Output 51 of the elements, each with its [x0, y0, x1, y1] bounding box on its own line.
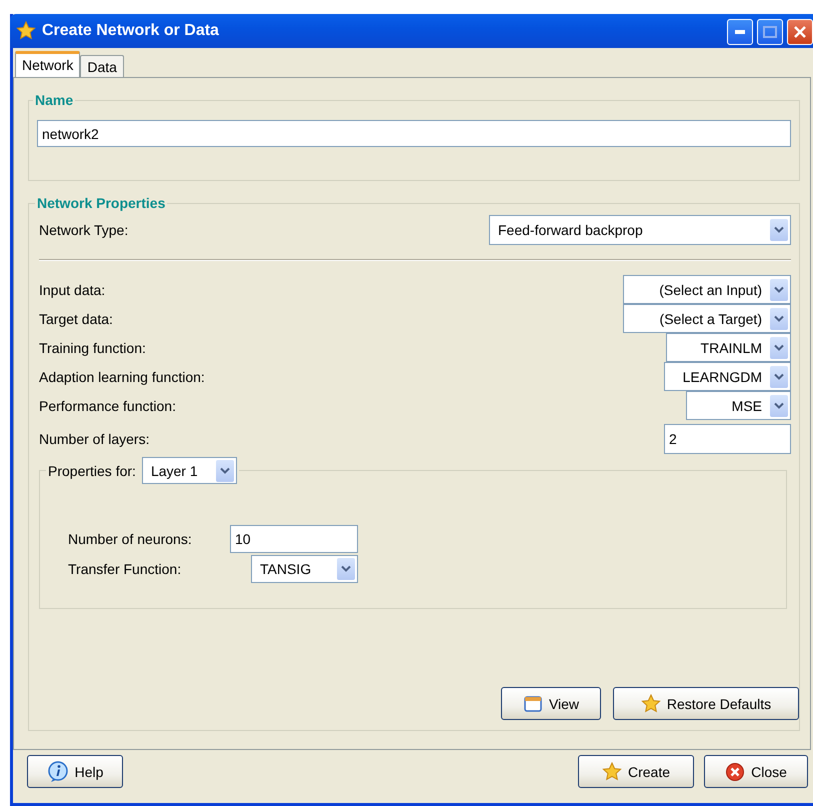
chevron-down-icon: [341, 565, 351, 573]
maximize-icon: [763, 26, 777, 38]
window-title: Create Network or Data: [42, 22, 220, 40]
maximize-button[interactable]: [757, 19, 783, 45]
field-label: Properties for:: [48, 462, 136, 478]
field-label: Target data:: [39, 310, 113, 326]
close-button[interactable]: Close: [704, 755, 808, 788]
restore-defaults-button[interactable]: Restore Defaults: [613, 687, 799, 720]
chevron-down-icon: [774, 226, 784, 234]
star-icon: [640, 694, 661, 714]
minimize-icon: [735, 30, 745, 34]
dropdown[interactable]: MSE: [686, 391, 791, 420]
star-icon: [16, 21, 36, 41]
section-title: Network Properties: [36, 195, 166, 211]
field-label: Training function:: [39, 340, 146, 356]
input-field[interactable]: 10: [230, 525, 358, 553]
dropdown[interactable]: Layer 1: [142, 457, 237, 484]
field-label: Input data:: [39, 282, 106, 298]
view-button[interactable]: View: [501, 687, 601, 720]
create-button[interactable]: Create: [578, 755, 694, 788]
tab[interactable]: Network: [15, 51, 80, 77]
dropdown[interactable]: (Select an Input): [623, 275, 791, 304]
dropdown[interactable]: (Select a Target): [623, 304, 791, 333]
field-label: Number of layers:: [39, 430, 150, 446]
tab[interactable]: Data: [80, 55, 124, 77]
info-icon: [46, 760, 69, 782]
close-icon: [794, 26, 806, 38]
close-icon: [725, 762, 746, 782]
help-button[interactable]: Help: [27, 755, 123, 788]
chevron-down-icon: [220, 466, 230, 474]
dropdown[interactable]: TRAINLM: [666, 333, 791, 362]
minimize-button[interactable]: [727, 19, 753, 45]
input-field[interactable]: 2: [664, 424, 791, 454]
field-label: Performance function:: [39, 398, 176, 414]
name-field[interactable]: network2: [37, 120, 791, 147]
chevron-down-icon: [774, 402, 784, 410]
star-icon: [602, 762, 622, 782]
chevron-down-icon: [774, 314, 784, 322]
dropdown[interactable]: LEARNGDM: [664, 362, 791, 391]
field-label: Transfer Function:: [68, 561, 182, 577]
section-title: Name: [34, 92, 74, 108]
dropdown[interactable]: TANSIG: [251, 555, 358, 583]
dropdown[interactable]: Feed-forward backprop: [489, 215, 791, 245]
field-label: Network Type:: [39, 222, 128, 238]
field-label: Adaption learning function:: [39, 368, 205, 384]
field-label: Number of neurons:: [68, 531, 192, 547]
chevron-down-icon: [774, 372, 784, 380]
window-icon: [522, 694, 543, 714]
chevron-down-icon: [774, 286, 784, 294]
close-button[interactable]: [787, 19, 813, 45]
chevron-down-icon: [774, 344, 784, 352]
